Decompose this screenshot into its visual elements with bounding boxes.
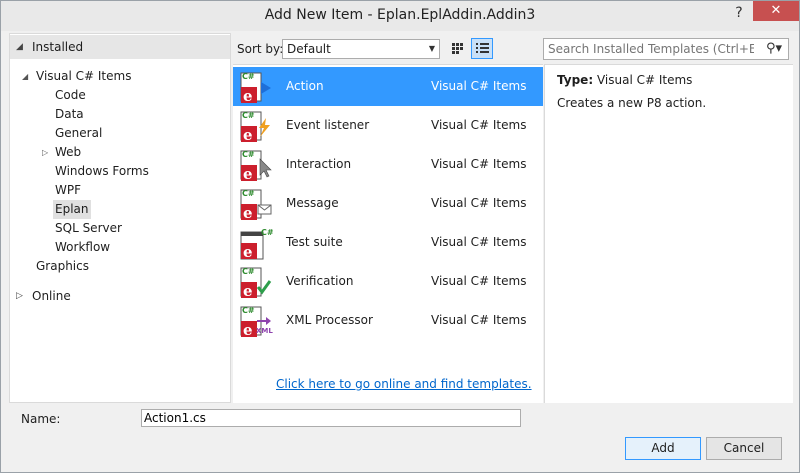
add-button[interactable]: Add <box>625 437 701 460</box>
tree-item-wpf[interactable]: WPF <box>55 181 81 200</box>
help-button[interactable]: ? <box>729 5 749 25</box>
tree-item-visual-csharp[interactable]: Visual C# Items <box>36 67 131 86</box>
tree-item-workflow[interactable]: Workflow <box>55 238 110 257</box>
svg-text:C#: C# <box>242 111 255 120</box>
tree-item-graphics[interactable]: Graphics <box>36 257 89 276</box>
template-category: Visual C# Items <box>431 118 527 132</box>
tree-item-sql-server[interactable]: SQL Server <box>55 219 122 238</box>
tree-item-eplan[interactable]: Eplan <box>53 200 91 219</box>
details-pane: Type: Visual C# Items Creates a new P8 a… <box>544 64 793 403</box>
expand-arrow-icon[interactable]: ▷ <box>42 148 48 157</box>
tree-item-data[interactable]: Data <box>55 105 84 124</box>
detail-description: Creates a new P8 action. <box>557 96 707 110</box>
window-title: Add New Item - Eplan.EplAddin.Addin3 <box>264 7 536 23</box>
tree-item-code[interactable]: Code <box>55 86 86 105</box>
template-name: Message <box>286 196 339 210</box>
type-value: Visual C# Items <box>596 73 693 87</box>
cancel-button[interactable]: Cancel <box>706 437 782 460</box>
template-category: Visual C# Items <box>431 274 527 288</box>
chevron-down-icon: ▼ <box>428 44 435 53</box>
message-icon: C# e <box>240 189 272 222</box>
svg-text:e: e <box>243 204 253 222</box>
online-templates-link[interactable]: Click here to go online and find templat… <box>276 377 532 391</box>
section-online[interactable]: ▷ Online <box>10 284 230 308</box>
close-button[interactable]: ✕ <box>753 1 799 21</box>
name-label: Name: <box>21 412 61 426</box>
svg-text:C#: C# <box>242 189 255 198</box>
template-category: Visual C# Items <box>431 235 527 249</box>
sort-label: Sort by: <box>237 42 284 56</box>
expand-arrow-icon[interactable]: ◢ <box>22 72 28 81</box>
svg-text:C#: C# <box>242 267 255 276</box>
template-list: C# e Action Visual C# Items C# e Event l… <box>233 64 543 403</box>
interaction-icon: C# e <box>240 150 272 183</box>
category-pane: ◢ Installed ◢ Visual C# Items Code Data … <box>9 33 231 403</box>
template-row-event-listener[interactable]: C# e Event listener Visual C# Items <box>233 106 543 145</box>
svg-text:e: e <box>243 243 253 261</box>
section-online-label: Online <box>32 289 71 303</box>
svg-text:C#: C# <box>242 72 255 81</box>
template-category: Visual C# Items <box>431 157 527 171</box>
name-field[interactable] <box>141 409 521 427</box>
template-name: Verification <box>286 274 354 288</box>
svg-text:e: e <box>243 165 253 183</box>
tree-item-web[interactable]: Web <box>55 143 81 162</box>
svg-text:e: e <box>243 126 253 144</box>
search-input[interactable] <box>544 39 754 59</box>
xml-icon: C# e XML <box>240 306 273 339</box>
search-box[interactable]: ⚲▾ <box>543 38 789 60</box>
section-installed-label: Installed <box>32 40 84 54</box>
grid-view-icon <box>452 43 463 54</box>
section-installed[interactable]: ◢ Installed <box>10 35 230 59</box>
template-name: Interaction <box>286 157 352 171</box>
tree-item-general[interactable]: General <box>55 124 102 143</box>
search-icon[interactable]: ⚲▾ <box>766 41 782 56</box>
action-icon: C# e <box>240 72 271 105</box>
list-view-icon <box>476 43 489 53</box>
add-new-item-dialog: Add New Item - Eplan.EplAddin.Addin3 ? ✕… <box>0 0 800 473</box>
collapse-arrow-icon[interactable]: ◢ <box>16 35 23 59</box>
template-name: XML Processor <box>286 313 373 327</box>
sort-dropdown[interactable]: Default ▼ <box>282 39 440 59</box>
template-row-message[interactable]: C# e Message Visual C# Items <box>233 184 543 223</box>
svg-text:e: e <box>243 282 253 300</box>
detail-type: Type: Visual C# Items <box>557 73 692 87</box>
sort-value: Default <box>287 42 331 56</box>
template-category: Visual C# Items <box>431 196 527 210</box>
template-row-test-suite[interactable]: C# e Test suite Visual C# Items <box>233 223 543 262</box>
verification-icon: C# e <box>240 267 272 300</box>
template-name: Event listener <box>286 118 370 132</box>
template-category: Visual C# Items <box>431 79 527 93</box>
test-suite-icon: C# e <box>240 228 273 261</box>
template-name: Test suite <box>286 235 343 249</box>
expand-arrow-icon[interactable]: ▷ <box>16 284 23 308</box>
svg-text:e: e <box>243 87 253 105</box>
svg-text:C#: C# <box>242 306 255 315</box>
template-row-xml-processor[interactable]: C# e XML XML Processor Visual C# Items <box>233 301 543 340</box>
grid-view-button[interactable] <box>446 38 468 59</box>
svg-text:C#: C# <box>261 228 273 237</box>
template-row-action[interactable]: C# e Action Visual C# Items <box>233 67 543 106</box>
tree-item-windows-forms[interactable]: Windows Forms <box>55 162 149 181</box>
template-category: Visual C# Items <box>431 313 527 327</box>
template-row-verification[interactable]: C# e Verification Visual C# Items <box>233 262 543 301</box>
template-name: Action <box>286 79 324 93</box>
event-icon: C# e <box>240 111 270 144</box>
type-label: Type: <box>557 73 594 87</box>
list-view-button[interactable] <box>471 38 493 59</box>
svg-text:XML: XML <box>256 327 273 335</box>
svg-text:e: e <box>243 321 253 339</box>
template-row-interaction[interactable]: C# e Interaction Visual C# Items <box>233 145 543 184</box>
svg-text:C#: C# <box>242 150 255 159</box>
title-bar: Add New Item - Eplan.EplAddin.Addin3 ? ✕ <box>1 1 799 31</box>
